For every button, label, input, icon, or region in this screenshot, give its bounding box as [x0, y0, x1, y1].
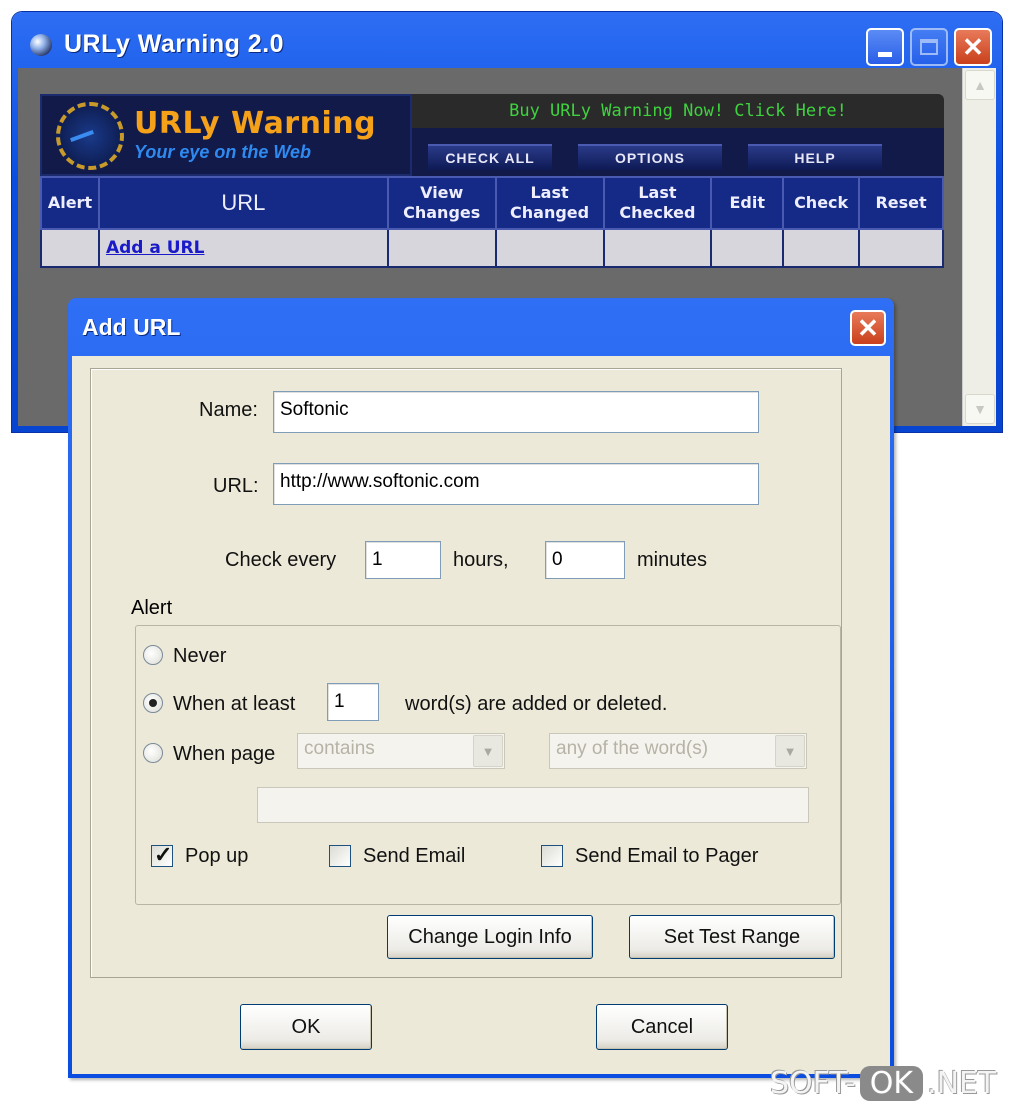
main-window-title: URLy Warning 2.0: [64, 29, 285, 58]
hours-label: hours,: [453, 549, 509, 571]
scroll-down-icon[interactable]: ▼: [965, 394, 995, 424]
chevron-down-icon[interactable]: ▼: [473, 735, 503, 767]
minutes-label: minutes: [637, 549, 708, 571]
words-input[interactable]: [257, 787, 809, 823]
col-header-alert[interactable]: Alert: [40, 176, 100, 230]
eye-logo-icon: [56, 102, 124, 170]
logo-tagline: Your eye on the Web: [134, 142, 312, 162]
nav-bar: CHECK ALL OPTIONS HELP: [412, 128, 944, 176]
url-input[interactable]: http://www.softonic.com: [273, 463, 759, 505]
table-cell: [858, 228, 944, 268]
col-header-last-checked[interactable]: Last Checked: [602, 176, 713, 230]
app-icon: [28, 31, 54, 57]
vertical-scrollbar[interactable]: ▲ ▼: [962, 68, 996, 426]
table-cell: Add a URL: [97, 228, 389, 268]
table-cell: [782, 228, 861, 268]
when-page-radio[interactable]: [143, 743, 163, 763]
match-select[interactable]: any of the word(s) ▼: [549, 733, 807, 769]
table-cell: [494, 228, 605, 268]
close-icon: ✕: [962, 32, 984, 62]
never-label: Never: [173, 645, 227, 667]
when-page-label: When page: [173, 743, 276, 765]
condition-select-value: contains: [304, 738, 375, 759]
check-icon: ✓: [154, 842, 173, 867]
col-header-last-changed[interactable]: Last Changed: [494, 176, 605, 230]
col-header-view-changes[interactable]: View Changes: [386, 176, 497, 230]
table-cell: [40, 228, 100, 268]
send-email-checkbox[interactable]: [329, 845, 351, 867]
check-every-label: Check every: [225, 549, 337, 571]
col-header-edit[interactable]: Edit: [710, 176, 785, 230]
maximize-icon: [920, 39, 938, 55]
col-header-reset[interactable]: Reset: [858, 176, 944, 230]
minimize-button[interactable]: [866, 28, 904, 66]
dialog-title[interactable]: Add URL: [72, 298, 890, 356]
logo-title: URLy Warning: [134, 106, 377, 141]
word-count-suffix: word(s) are added or deleted.: [405, 693, 668, 715]
close-icon: ✕: [857, 313, 879, 343]
send-pager-checkbox[interactable]: [541, 845, 563, 867]
close-button[interactable]: ✕: [954, 28, 992, 66]
buy-now-link[interactable]: Buy URLy Warning Now! Click Here!: [412, 94, 944, 128]
url-label: URL:: [213, 475, 259, 497]
hours-input[interactable]: 1: [365, 541, 441, 579]
banner: URLy Warning Your eye on the Web Buy URL…: [40, 94, 944, 176]
set-test-range-button[interactable]: Set Test Range: [629, 915, 835, 959]
cancel-button[interactable]: Cancel: [596, 1004, 728, 1050]
col-header-url[interactable]: URL: [97, 176, 389, 230]
watermark-net: .NET: [927, 1065, 997, 1101]
minimize-icon: [878, 51, 892, 57]
word-count-input[interactable]: 1: [327, 683, 379, 721]
name-input[interactable]: Softonic: [273, 391, 759, 433]
watermark-ok: OK: [859, 1065, 924, 1101]
options-button[interactable]: OPTIONS: [578, 144, 722, 170]
when-at-least-radio[interactable]: [143, 693, 163, 713]
table-cell: [602, 228, 713, 268]
scroll-up-icon[interactable]: ▲: [965, 70, 995, 100]
minutes-input[interactable]: 0: [545, 541, 625, 579]
watermark-soft: SOFT-: [770, 1065, 856, 1101]
when-at-least-label: When at least: [173, 693, 296, 715]
watermark: SOFT- OK .NET: [770, 1062, 996, 1104]
dialog-close-button[interactable]: ✕: [850, 310, 886, 346]
popup-checkbox[interactable]: ✓: [151, 842, 173, 867]
never-radio[interactable]: [143, 645, 163, 665]
main-titlebar[interactable]: URLy Warning 2.0 ✕: [18, 16, 996, 72]
maximize-button[interactable]: [910, 28, 948, 66]
table-cell: [386, 228, 497, 268]
chevron-down-icon[interactable]: ▼: [775, 735, 805, 767]
ok-button[interactable]: OK: [240, 1004, 372, 1050]
logo: URLy Warning Your eye on the Web: [40, 94, 412, 176]
table-header-row: Alert URL View Changes Last Changed Last…: [40, 176, 944, 230]
col-header-check[interactable]: Check: [782, 176, 861, 230]
match-select-value: any of the word(s): [556, 738, 709, 759]
url-table: Alert URL View Changes Last Changed Last…: [40, 176, 944, 268]
add-url-dialog: Add URL ✕ Name: Softonic URL: http://www…: [68, 298, 894, 1078]
check-all-button[interactable]: CHECK ALL: [428, 144, 552, 170]
help-button[interactable]: HELP: [748, 144, 882, 170]
condition-select[interactable]: contains ▼: [297, 733, 505, 769]
popup-label: Pop up: [185, 845, 249, 867]
settings-panel: Name: Softonic URL: http://www.softonic.…: [90, 368, 842, 978]
change-login-button[interactable]: Change Login Info: [387, 915, 593, 959]
name-label: Name:: [199, 399, 258, 421]
send-email-label: Send Email: [363, 845, 466, 867]
table-row: Add a URL: [40, 228, 944, 268]
dialog-body: Name: Softonic URL: http://www.softonic.…: [72, 356, 890, 1074]
add-url-link[interactable]: Add a URL: [100, 238, 205, 258]
send-pager-label: Send Email to Pager: [575, 845, 759, 867]
alert-legend: Alert: [125, 597, 179, 620]
table-cell: [710, 228, 785, 268]
